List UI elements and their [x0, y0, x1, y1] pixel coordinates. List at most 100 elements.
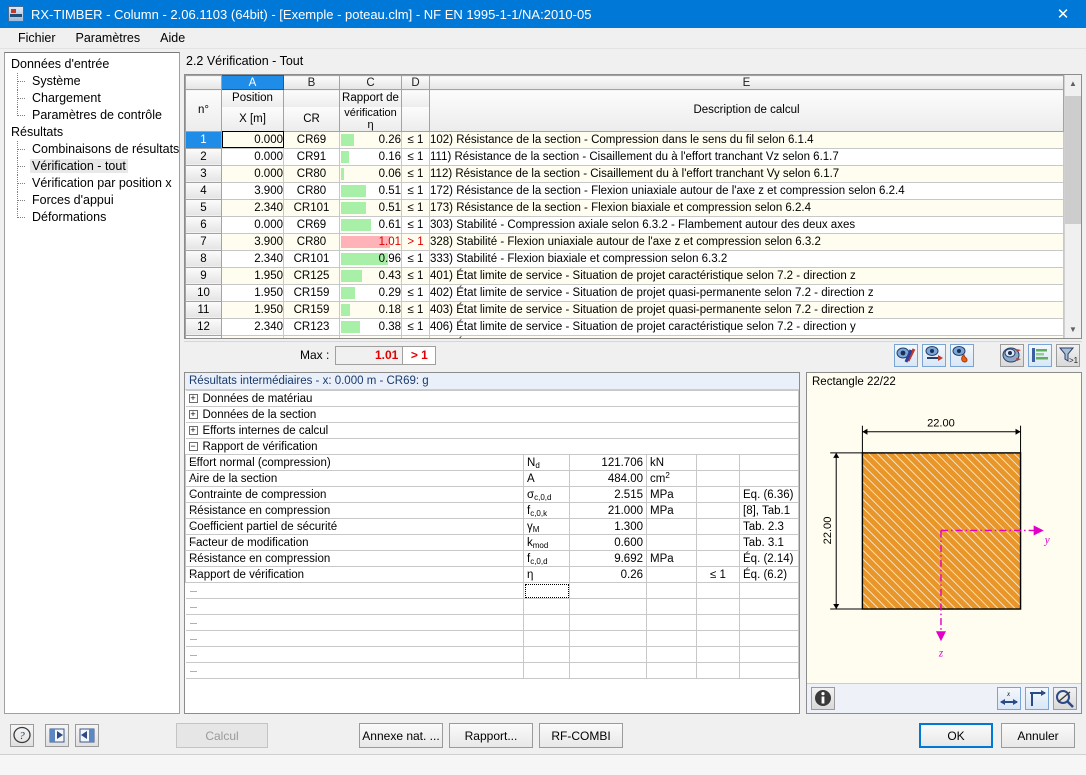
- group-label[interactable]: − Rapport de vérification: [185, 438, 799, 455]
- row-number[interactable]: 4: [185, 181, 222, 200]
- scroll-up-icon[interactable]: ▲: [1064, 75, 1081, 92]
- empty-symbol[interactable]: [523, 614, 570, 631]
- intermediate-row[interactable]: Résistance en compression fc,0,d 9.692 MPa É…: [185, 550, 799, 567]
- empty-value[interactable]: [569, 662, 647, 679]
- row-value[interactable]: 0.600: [569, 534, 647, 551]
- cell-cr[interactable]: CR101: [283, 249, 340, 268]
- cell-ratio[interactable]: 0.06: [339, 164, 402, 183]
- next-window-icon[interactable]: [75, 724, 99, 747]
- cell-description[interactable]: 328) Stabilité - Flexion uniaxiale autou…: [429, 232, 1064, 251]
- cancel-button[interactable]: Annuler: [1001, 723, 1075, 748]
- empty-value[interactable]: [569, 614, 647, 631]
- help-icon[interactable]: ?: [10, 724, 34, 747]
- intermediate-empty-row[interactable]: [185, 598, 799, 615]
- empty-symbol[interactable]: [523, 582, 570, 599]
- intermediate-row[interactable]: Contrainte de compression σc,0,d 2.515 MPa E…: [185, 486, 799, 503]
- intermediate-group-row[interactable]: − Rapport de vérification: [185, 438, 799, 455]
- results-table[interactable]: A B C D E n° Position Rapport de Descrip…: [185, 75, 1064, 338]
- table-row[interactable]: 5 2.340 CR101 0.51 ≤ 1 173) Résistance de la …: [185, 198, 1064, 217]
- column-letter-d[interactable]: D: [401, 75, 430, 90]
- intermediate-row[interactable]: Coefficient partiel de sécurité γM 1.300 Ta…: [185, 518, 799, 535]
- annexe-nationale-button[interactable]: Annexe nat. ...: [359, 723, 443, 748]
- cell-description[interactable]: 303) Stabilité - Compression axiale selo…: [429, 215, 1064, 234]
- row-number[interactable]: 5: [185, 198, 222, 217]
- row-number[interactable]: 2: [185, 147, 222, 166]
- cell-cr[interactable]: CR80: [283, 232, 340, 251]
- cell-description[interactable]: 112) Résistance de la section - Cisaille…: [429, 164, 1064, 183]
- empty-symbol[interactable]: [523, 662, 570, 679]
- render-icon[interactable]: [922, 343, 946, 367]
- empty-value[interactable]: [569, 646, 647, 663]
- table-row[interactable]: 2 0.000 CR91 0.16 ≤ 1 111) Résistance de la s…: [185, 147, 1064, 166]
- cell-compare[interactable]: > 1: [401, 232, 430, 251]
- menu-item-aide[interactable]: Aide: [150, 29, 195, 47]
- cell-position-x[interactable]: 3.900: [221, 181, 284, 200]
- cell-cr[interactable]: CR157: [283, 334, 340, 338]
- empty-symbol[interactable]: [523, 646, 570, 663]
- intermediate-row[interactable]: Aire de la section A 484.00 cm2: [185, 470, 799, 487]
- expand-toggle-icon[interactable]: +: [188, 409, 198, 419]
- cell-description[interactable]: 407) État limite de service - Situation …: [429, 334, 1064, 338]
- row-number[interactable]: 1: [185, 130, 222, 149]
- cell-cr[interactable]: CR80: [283, 181, 340, 200]
- cell-ratio[interactable]: 0.43: [339, 266, 402, 285]
- table-row[interactable]: 132.340CR1570.37≤ 1407) État limite de s…: [185, 334, 1064, 338]
- sidebar-item-combinaisons-de-resultats[interactable]: Combinaisons de résultats: [8, 141, 179, 158]
- table-row[interactable]: 4 3.900 CR80 0.51 ≤ 1 172) Résistance de la s…: [185, 181, 1064, 200]
- dimensions-icon[interactable]: x: [997, 687, 1021, 710]
- table-colors-icon[interactable]: [1028, 343, 1052, 367]
- row-number[interactable]: 13: [185, 334, 222, 338]
- cell-position-x[interactable]: 1.950: [221, 283, 284, 302]
- cell-cr[interactable]: CR80: [283, 164, 340, 183]
- cell-ratio[interactable]: 0.96: [339, 249, 402, 268]
- expand-toggle-icon[interactable]: −: [188, 441, 198, 451]
- cell-compare[interactable]: ≤ 1: [401, 181, 430, 200]
- intermediate-empty-row[interactable]: [185, 630, 799, 647]
- navigation-tree[interactable]: Données d'entrée Système Chargement Para…: [4, 52, 180, 714]
- cell-ratio[interactable]: 0.61: [339, 215, 402, 234]
- intermediate-results-table[interactable]: + Données de matériau + Données de la secti…: [185, 390, 799, 679]
- column-letter-c[interactable]: C: [339, 75, 402, 90]
- table-row[interactable]: 7 3.900 CR80 1.01 > 1 328) Stabilité - Flexio…: [185, 232, 1064, 251]
- row-value[interactable]: 1.300: [569, 518, 647, 535]
- view-result-icon[interactable]: [894, 343, 918, 367]
- cell-cr[interactable]: CR159: [283, 283, 340, 302]
- cell-position-x[interactable]: 2.340: [221, 198, 284, 217]
- table-row[interactable]: 3 0.000 CR80 0.06 ≤ 1 112) Résistance de la s…: [185, 164, 1064, 183]
- row-value[interactable]: 484.00: [569, 470, 647, 487]
- table-row[interactable]: 10 1.950 CR159 0.29 ≤ 1 402) État limite de s…: [185, 283, 1064, 302]
- sidebar-item-forces-d-appui[interactable]: Forces d'appui: [8, 192, 179, 209]
- table-row[interactable]: 11 1.950 CR159 0.18 ≤ 1 403) État limite de s…: [185, 300, 1064, 319]
- cell-position-x[interactable]: 2.340: [221, 334, 284, 338]
- column-letter-a[interactable]: A: [221, 75, 284, 90]
- column-letter-e[interactable]: E: [429, 75, 1064, 90]
- row-number[interactable]: 12: [185, 317, 222, 336]
- cell-position-x[interactable]: 1.950: [221, 266, 284, 285]
- cell-description[interactable]: 403) État limite de service - Situation …: [429, 300, 1064, 319]
- filter-over-one-icon[interactable]: >1: [1056, 343, 1080, 367]
- row-number[interactable]: 6: [185, 215, 222, 234]
- cell-compare[interactable]: ≤ 1: [401, 215, 430, 234]
- cell-ratio[interactable]: 0.51: [339, 198, 402, 217]
- expand-toggle-icon[interactable]: +: [188, 425, 198, 435]
- row-number[interactable]: 7: [185, 232, 222, 251]
- menu-item-parametres[interactable]: Paramètres: [66, 29, 151, 47]
- cell-description[interactable]: 333) Stabilité - Flexion biaxiale et com…: [429, 249, 1064, 268]
- row-value[interactable]: 2.515: [569, 486, 647, 503]
- column-letter-b[interactable]: B: [283, 75, 340, 90]
- tree-group-resultats[interactable]: Résultats: [8, 124, 179, 141]
- table-row[interactable]: 12 2.340 CR123 0.38 ≤ 1 406) État limite de s…: [185, 317, 1064, 336]
- table-scrollbar[interactable]: ▲ ▼: [1064, 75, 1081, 338]
- table-row[interactable]: 1 0.000 CR69 0.26 ≤ 1 102) Résistance de la s…: [185, 130, 1064, 149]
- row-value[interactable]: 121.706: [569, 454, 647, 471]
- calcul-button[interactable]: Calcul: [176, 723, 268, 748]
- sidebar-item-deformations[interactable]: Déformations: [8, 209, 179, 226]
- fire-design-icon[interactable]: [950, 343, 974, 367]
- intermediate-row[interactable]: Résistance en compression fc,0,k 21.000 MPa…: [185, 502, 799, 519]
- ok-button[interactable]: OK: [919, 723, 993, 748]
- expand-toggle-icon[interactable]: +: [188, 393, 198, 403]
- intermediate-group-row[interactable]: + Données de la section: [185, 406, 799, 423]
- empty-value[interactable]: [569, 582, 647, 599]
- cell-compare[interactable]: ≤ 1: [401, 198, 430, 217]
- table-row[interactable]: 6 0.000 CR69 0.61 ≤ 1 303) Stabilité - Compre…: [185, 215, 1064, 234]
